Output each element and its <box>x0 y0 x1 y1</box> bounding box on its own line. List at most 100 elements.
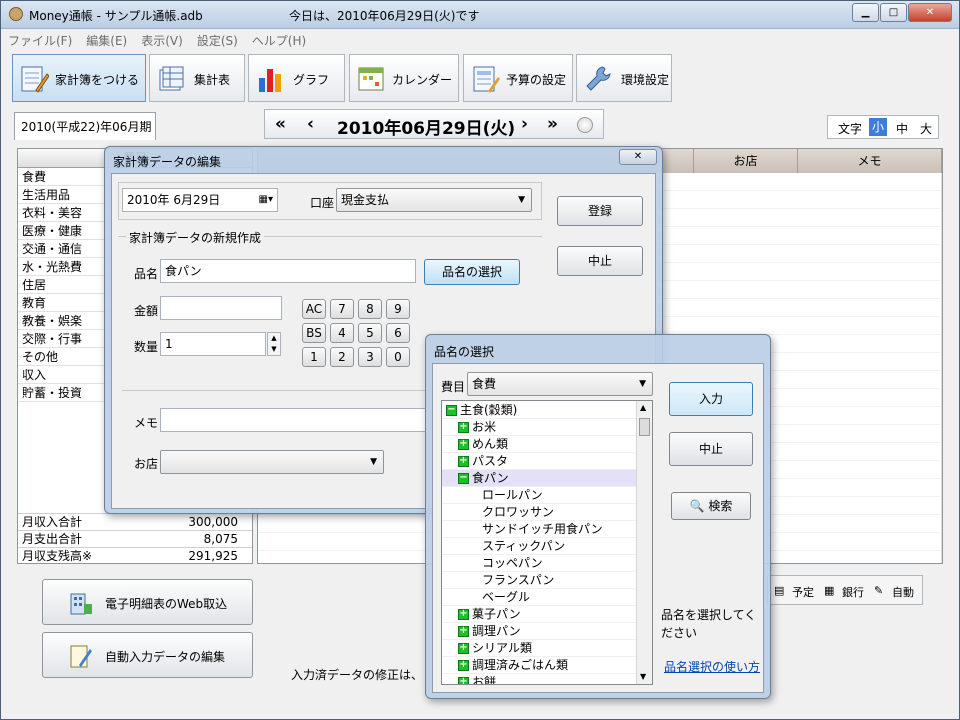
tree-item[interactable]: ベーグル <box>442 589 638 606</box>
auto-input-edit-button[interactable]: 自動入力データの編集 <box>42 632 253 678</box>
register-button[interactable]: 登録 <box>557 196 643 226</box>
item-select-button[interactable]: 品名の選択 <box>424 259 520 285</box>
title-bar: Money通帳 - サンプル通帳.adb 今日は、2010年06月29日(火)で… <box>1 1 959 29</box>
tree-scrollbar[interactable]: ▲ ▼ <box>636 401 652 684</box>
menu-settings[interactable]: 設定(S) <box>190 29 245 49</box>
today-circle-icon[interactable] <box>577 117 593 133</box>
last-day-button[interactable]: » <box>547 114 558 134</box>
expand-icon[interactable]: + <box>458 422 469 433</box>
web-import-button[interactable]: 電子明細表のWeb取込 <box>42 579 253 625</box>
prev-day-button[interactable]: ‹ <box>307 114 314 134</box>
tree-item[interactable]: + 調理パン <box>442 623 638 640</box>
font-size-small[interactable]: 小 <box>869 118 887 136</box>
schedule-button[interactable]: 予定 <box>792 584 814 600</box>
scroll-thumb[interactable] <box>639 418 650 436</box>
expand-icon[interactable]: + <box>458 677 469 684</box>
menu-file[interactable]: ファイル(F) <box>1 29 79 49</box>
category-label: 費目 <box>441 380 466 394</box>
select-cancel-button[interactable]: 中止 <box>669 432 753 466</box>
tree-item[interactable]: + シリアル類 <box>442 640 638 657</box>
scroll-down-icon[interactable]: ▼ <box>640 672 646 681</box>
keypad-0[interactable]: 0 <box>386 347 410 367</box>
dialog-close-button[interactable]: ✕ <box>619 149 657 165</box>
search-button[interactable]: 🔍 検索 <box>671 492 751 520</box>
summary-row: 月収入合計 300,000 <box>18 513 252 530</box>
keypad-5[interactable]: 5 <box>358 323 382 343</box>
tree-item[interactable]: + めん類 <box>442 436 638 453</box>
tree-item[interactable]: + お米 <box>442 419 638 436</box>
auto-input-edit-label: 自動入力データの編集 <box>105 650 226 664</box>
toolbar-calendar-button[interactable]: カレンダー <box>349 54 459 102</box>
date-picker[interactable]: 2010年 6月29日 ▦▾ <box>122 188 278 212</box>
keypad-8[interactable]: 8 <box>358 299 382 319</box>
next-day-button[interactable]: › <box>521 114 528 134</box>
tree-item[interactable]: サンドイッチ用食パン <box>442 521 638 538</box>
calendar-dropdown-icon[interactable]: ▦▾ <box>259 189 273 211</box>
keypad-bs[interactable]: BS <box>302 323 326 343</box>
keypad-6[interactable]: 6 <box>386 323 410 343</box>
expand-icon[interactable]: + <box>458 439 469 450</box>
auto-button[interactable]: 自動 <box>892 584 914 600</box>
cancel-button[interactable]: 中止 <box>557 246 643 276</box>
amount-input[interactable] <box>160 296 282 320</box>
first-day-button[interactable]: « <box>275 114 286 134</box>
collapse-icon[interactable]: − <box>458 473 469 484</box>
menu-view[interactable]: 表示(V) <box>134 29 190 49</box>
tree-item[interactable]: + お餅 <box>442 674 638 684</box>
shop-select[interactable]: ▼ <box>160 450 384 474</box>
period-tab[interactable]: 2010(平成22)年06月期 <box>14 112 156 140</box>
keypad-3[interactable]: 3 <box>358 347 382 367</box>
edit-hint-text: 入力済データの修正は、 <box>291 668 424 682</box>
toolbar-summary-button[interactable]: 集計表 <box>149 54 245 102</box>
keypad-4[interactable]: 4 <box>330 323 354 343</box>
tree-item[interactable]: フランスパン <box>442 572 638 589</box>
maximize-button[interactable]: □ <box>880 3 907 22</box>
keypad-ac[interactable]: AC <box>302 299 326 319</box>
toolbar-label: 家計簿をつける <box>55 73 140 87</box>
keypad-1[interactable]: 1 <box>302 347 326 367</box>
category-select[interactable]: 食費 ▼ <box>467 372 653 396</box>
tree-item[interactable]: クロワッサン <box>442 504 638 521</box>
menu-help[interactable]: ヘルプ(H) <box>245 29 313 49</box>
toolbar-label: カレンダー <box>392 73 453 87</box>
app-icon <box>9 7 23 21</box>
toolbar-graph-button[interactable]: グラフ <box>248 54 345 102</box>
account-select[interactable]: 現金支払 ▼ <box>336 188 532 212</box>
tree-item[interactable]: + 調理済みごはん類 <box>442 657 638 674</box>
item-name-input[interactable]: 食パン <box>160 259 416 283</box>
enter-button[interactable]: 入力 <box>669 382 753 416</box>
expand-icon[interactable]: + <box>458 643 469 654</box>
close-button[interactable]: ✕ <box>908 3 952 22</box>
quantity-input[interactable]: 1 <box>160 332 266 356</box>
keypad-7[interactable]: 7 <box>330 299 354 319</box>
toolbar-budget-button[interactable]: 予算の設定 <box>463 54 573 102</box>
tree-item[interactable]: − 主食(穀類) <box>442 402 638 419</box>
tree-item[interactable]: コッペパン <box>442 555 638 572</box>
tree-item[interactable]: − 食パン <box>442 470 638 487</box>
schedule-icon: ▤ <box>774 584 785 597</box>
minimize-button[interactable]: ▁ <box>852 3 879 22</box>
quantity-stepper[interactable]: ▲ ▼ <box>267 332 281 356</box>
item-select-help-link[interactable]: 品名選択の使い方 <box>664 658 760 675</box>
tree-item[interactable]: スティックパン <box>442 538 638 555</box>
font-size-large[interactable]: 大 <box>920 120 932 137</box>
notebook-pen-icon <box>21 66 49 93</box>
tree-item[interactable]: + パスタ <box>442 453 638 470</box>
toolbar-settings-button[interactable]: 環境設定 <box>576 54 672 102</box>
tree-item[interactable]: + 菓子パン <box>442 606 638 623</box>
bank-button[interactable]: 銀行 <box>842 584 864 600</box>
expand-icon[interactable]: + <box>458 660 469 671</box>
expand-icon[interactable]: + <box>458 626 469 637</box>
expand-icon[interactable]: + <box>458 609 469 620</box>
tree-item[interactable]: ロールパン <box>442 487 638 504</box>
font-size-mid[interactable]: 中 <box>896 120 908 137</box>
note-pen-icon <box>70 645 92 668</box>
expand-icon[interactable]: + <box>458 456 469 467</box>
keypad-9[interactable]: 9 <box>386 299 410 319</box>
menu-edit[interactable]: 編集(E) <box>79 29 134 49</box>
keypad-2[interactable]: 2 <box>330 347 354 367</box>
memo-input[interactable] <box>160 408 426 432</box>
scroll-up-icon[interactable]: ▲ <box>640 403 646 412</box>
collapse-icon[interactable]: − <box>446 405 457 416</box>
toolbar-household-button[interactable]: 家計簿をつける <box>12 54 146 102</box>
